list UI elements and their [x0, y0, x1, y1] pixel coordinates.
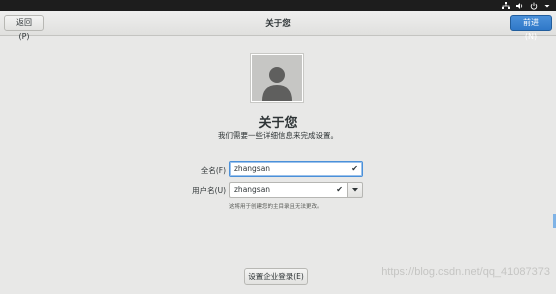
fullname-label: 全名(F)	[200, 166, 226, 175]
user-silhouette-icon	[252, 55, 302, 101]
username-label: 用户名(U)	[192, 186, 226, 195]
checkmark-icon: ✔	[336, 185, 343, 194]
page-subtitle: 我们需要一些详细信息来完成设置。	[218, 131, 338, 140]
next-button[interactable]: 前进(N)	[510, 15, 552, 41]
watermark: https://blog.csdn.net/qq_41087373	[381, 266, 550, 278]
system-top-bar	[0, 0, 556, 11]
username-dropdown-button[interactable]	[347, 182, 363, 198]
network-icon[interactable]	[502, 1, 510, 10]
page-title: 关于您	[258, 116, 298, 131]
chevron-down-icon	[352, 188, 358, 192]
username-field[interactable]: zhangsan ✔	[229, 182, 348, 198]
fullname-value: zhangsan	[234, 164, 271, 173]
system-tray[interactable]	[502, 0, 550, 11]
avatar[interactable]	[250, 53, 304, 103]
fullname-field[interactable]: zhangsan ✔	[229, 161, 363, 177]
header-title: 关于您	[265, 19, 291, 29]
caret-down-icon[interactable]	[544, 3, 550, 9]
volume-icon[interactable]	[516, 2, 524, 10]
checkmark-icon: ✔	[351, 164, 358, 173]
power-icon[interactable]	[530, 2, 538, 10]
username-value: zhangsan	[234, 185, 271, 194]
header-bar: 返回(P) 关于您 前进(N)	[0, 11, 556, 41]
enterprise-login-button[interactable]: 设置企业登录(E)	[244, 268, 308, 285]
username-hint: 这将用于创建您的主目录且无法更改。	[229, 204, 323, 210]
